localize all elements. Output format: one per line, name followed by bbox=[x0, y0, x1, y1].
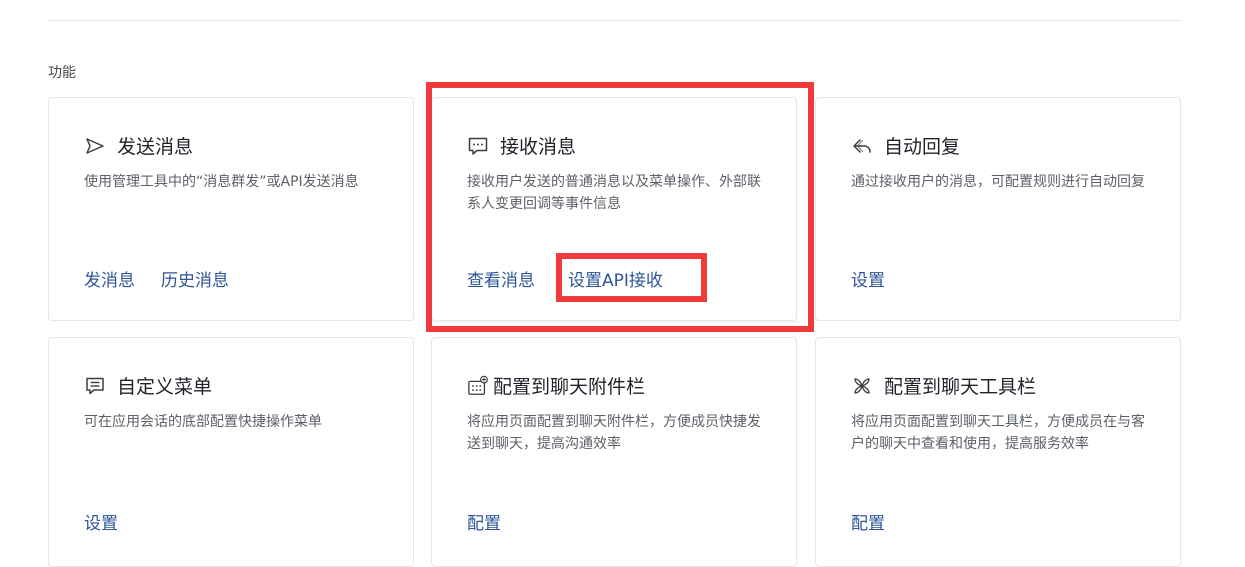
card-title: 配置到聊天工具栏 bbox=[884, 376, 1037, 398]
card-description: 使用管理工具中的“消息群发”或API发送消息 bbox=[84, 174, 359, 190]
toolbar-config-link[interactable]: 配置 bbox=[851, 509, 885, 534]
card-actions: 设置 bbox=[84, 509, 144, 534]
card-receive-message: 接收消息 接收用户发送的普通消息以及菜单操作、外部联系人变更回调等事件信息 查看… bbox=[431, 97, 797, 321]
chat-bubble-icon bbox=[467, 135, 489, 157]
card-header: 配置到聊天工具栏 bbox=[851, 372, 1036, 399]
send-message-link[interactable]: 发消息 bbox=[84, 266, 135, 291]
card-actions: 配置 bbox=[467, 509, 527, 534]
top-divider bbox=[48, 20, 1182, 21]
card-actions: 设置 bbox=[851, 266, 911, 291]
card-header: 接收消息 bbox=[467, 132, 576, 159]
card-description: 通过接收用户的消息，可配置规则进行自动回复 bbox=[851, 174, 1145, 190]
card-header: 发送消息 bbox=[84, 132, 193, 159]
card-chat-attachment-bar: 配置到聊天附件栏 将应用页面配置到聊天附件栏，方便成员快捷发送到聊天，提高沟通效… bbox=[431, 337, 797, 567]
attachment-bar-icon bbox=[467, 375, 489, 397]
set-api-receive-link[interactable]: 设置API接收 bbox=[568, 266, 663, 291]
card-header: 配置到聊天附件栏 bbox=[467, 372, 645, 399]
card-title: 接收消息 bbox=[500, 136, 577, 158]
card-actions: 配置 bbox=[851, 509, 911, 534]
card-header: 自动回复 bbox=[851, 132, 960, 159]
card-description: 可在应用会话的底部配置快捷操作菜单 bbox=[84, 414, 322, 430]
view-messages-link[interactable]: 查看消息 bbox=[467, 266, 535, 291]
auto-reply-settings-link[interactable]: 设置 bbox=[851, 266, 885, 291]
card-description: 将应用页面配置到聊天工具栏，方便成员在与客户的聊天中查看和使用，提高服务效率 bbox=[851, 414, 1145, 452]
card-auto-reply: 自动回复 通过接收用户的消息，可配置规则进行自动回复 设置 bbox=[815, 97, 1181, 321]
send-icon bbox=[84, 135, 106, 157]
menu-icon bbox=[84, 375, 106, 397]
card-actions: 发消息 历史消息 bbox=[84, 266, 255, 291]
card-header: 自定义菜单 bbox=[84, 372, 212, 399]
card-title: 自定义菜单 bbox=[117, 376, 213, 398]
custom-menu-settings-link[interactable]: 设置 bbox=[84, 509, 118, 534]
message-history-link[interactable]: 历史消息 bbox=[161, 266, 229, 291]
card-description: 将应用页面配置到聊天附件栏，方便成员快捷发送到聊天，提高沟通效率 bbox=[467, 414, 761, 452]
toolbar-icon bbox=[851, 375, 873, 397]
card-title: 自动回复 bbox=[884, 136, 961, 158]
card-title: 发送消息 bbox=[117, 136, 194, 158]
card-chat-toolbar: 配置到聊天工具栏 将应用页面配置到聊天工具栏，方便成员在与客户的聊天中查看和使用… bbox=[815, 337, 1181, 567]
card-description: 接收用户发送的普通消息以及菜单操作、外部联系人变更回调等事件信息 bbox=[467, 174, 761, 212]
attachment-bar-config-link[interactable]: 配置 bbox=[467, 509, 501, 534]
reply-icon bbox=[851, 135, 873, 157]
card-send-message: 发送消息 使用管理工具中的“消息群发”或API发送消息 发消息 历史消息 bbox=[48, 97, 414, 321]
card-actions: 查看消息 设置API接收 bbox=[467, 266, 689, 291]
section-label: 功能 bbox=[48, 65, 76, 81]
card-title: 配置到聊天附件栏 bbox=[493, 376, 646, 398]
card-custom-menu: 自定义菜单 可在应用会话的底部配置快捷操作菜单 设置 bbox=[48, 337, 414, 567]
